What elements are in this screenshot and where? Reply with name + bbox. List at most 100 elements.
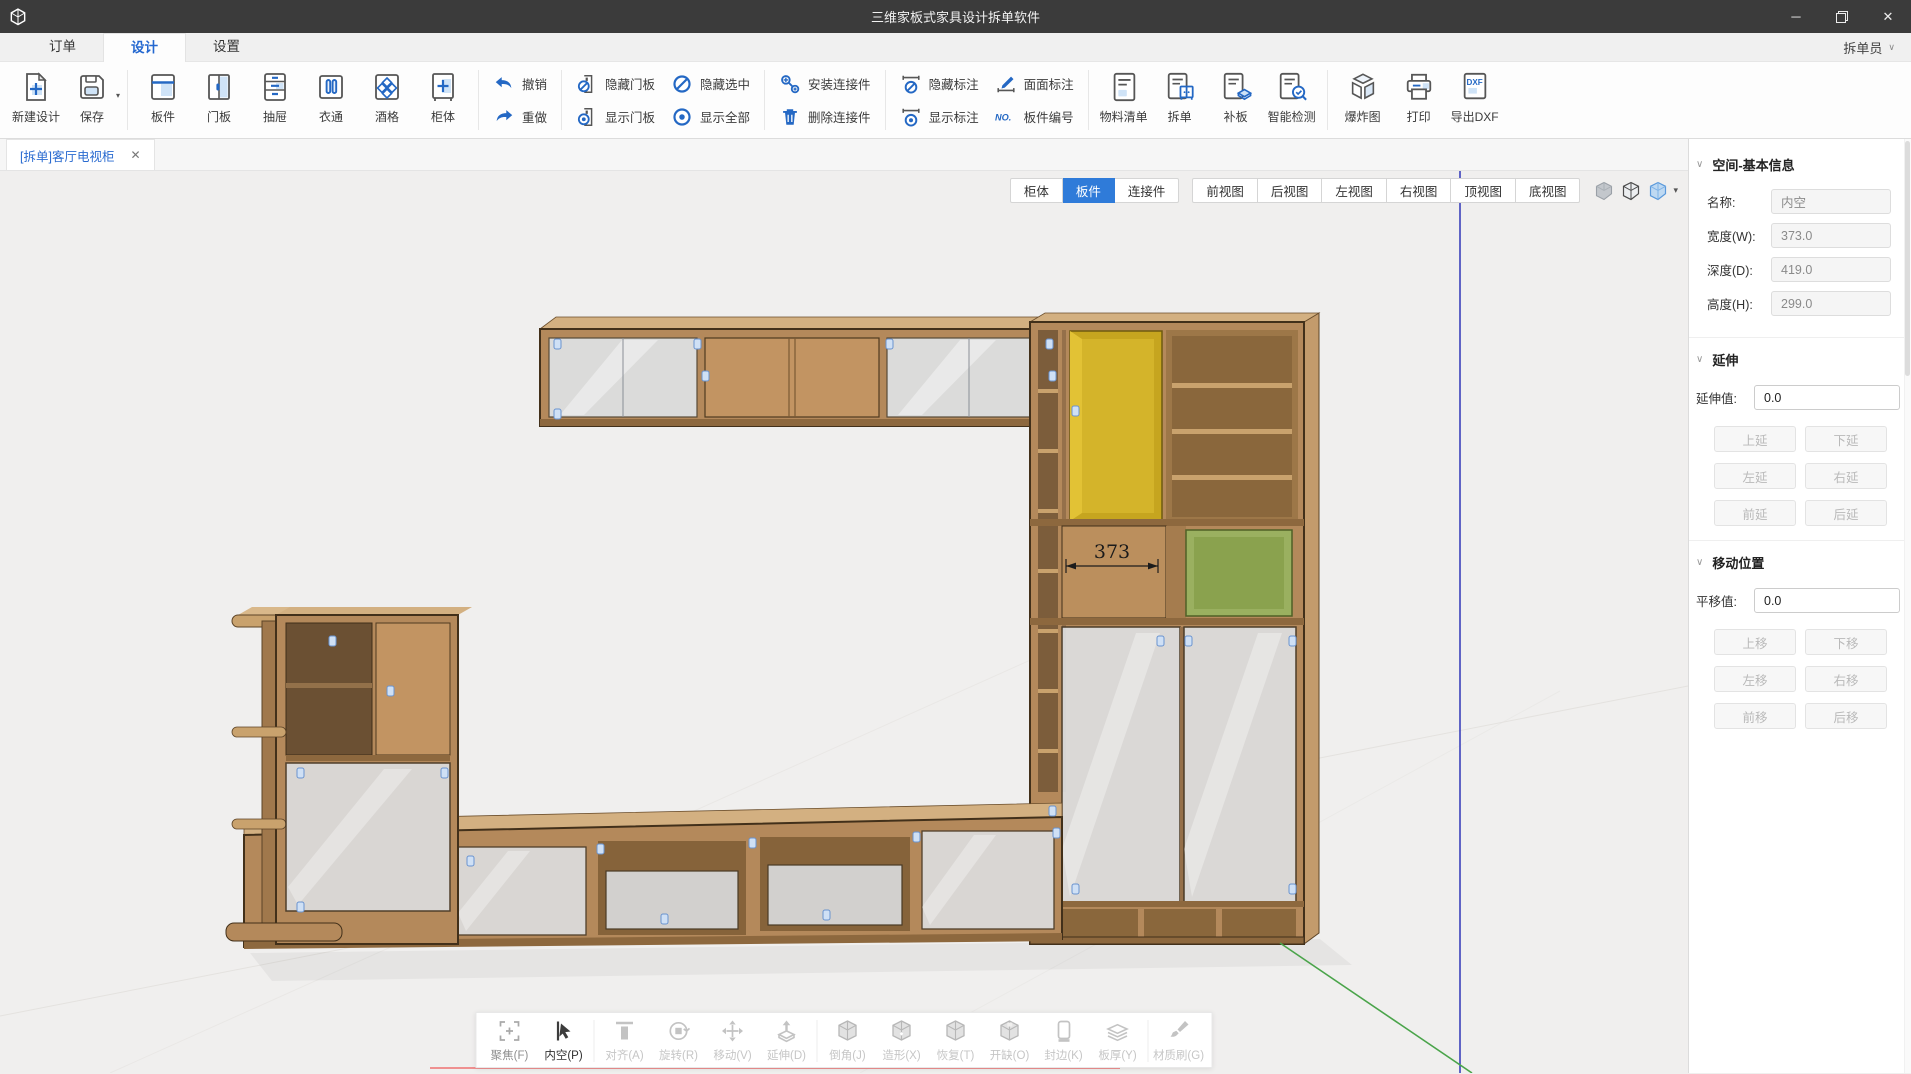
view-top-button[interactable]: 顶视图 <box>1451 178 1516 203</box>
minimize-button[interactable]: ─ <box>1773 0 1819 33</box>
connector-marker[interactable] <box>554 409 561 419</box>
selected-space-green[interactable] <box>1186 530 1292 616</box>
selected-space-yellow[interactable] <box>1070 331 1162 521</box>
top-cabinet-row[interactable] <box>540 317 1076 426</box>
show-all-button[interactable]: 显示全部 <box>664 102 757 132</box>
close-icon[interactable]: ✕ <box>130 148 140 162</box>
connector-marker[interactable] <box>1072 406 1079 416</box>
maximize-restore-button[interactable] <box>1819 0 1865 33</box>
panel-scrollbar[interactable] <box>1904 139 1911 1073</box>
connector-marker[interactable] <box>913 832 920 842</box>
extend-section-section: ∨延伸延伸值:上延下延左延右延前延后延 <box>1689 337 1911 540</box>
connector-marker[interactable] <box>694 339 701 349</box>
view-panel-button[interactable]: 板件 <box>1063 178 1115 203</box>
clothes-rail-button[interactable]: 衣通 <box>303 67 359 125</box>
view-bottom-button[interactable]: 底视图 <box>1516 178 1581 203</box>
rotate-label: 旋转(R) <box>659 1047 698 1063</box>
translate-value-input[interactable] <box>1754 588 1900 613</box>
tab-settings[interactable]: 设置 <box>186 33 267 61</box>
connector-marker[interactable] <box>297 902 304 912</box>
connector-marker[interactable] <box>329 636 336 646</box>
focus-tool[interactable]: 聚焦(F) <box>483 1018 537 1063</box>
show-doors-button[interactable]: 显示门板 <box>569 102 662 132</box>
inner-space-tool[interactable]: 内空(P) <box>537 1018 591 1063</box>
connector-marker[interactable] <box>467 856 474 866</box>
view-connector-button[interactable]: 连接件 <box>1115 178 1180 203</box>
connector-marker[interactable] <box>554 339 561 349</box>
view-cabinet-button[interactable]: 柜体 <box>1010 178 1063 203</box>
connector-marker[interactable] <box>597 844 604 854</box>
close-button[interactable]: ✕ <box>1865 0 1911 33</box>
menu-bar: 订单设计设置 拆单员 ∨ <box>0 33 1911 62</box>
chevron-down-icon[interactable]: ▾ <box>1673 185 1678 196</box>
connector-marker[interactable] <box>1049 806 1056 816</box>
restore-tool: 恢复(T) <box>929 1018 983 1063</box>
cabinet-button[interactable]: 柜体 <box>415 67 471 125</box>
extend-value-input[interactable] <box>1754 385 1900 410</box>
connector-marker[interactable] <box>702 371 709 381</box>
panel-number-button[interactable]: NO.板件编号 <box>988 102 1081 132</box>
bom-list-button[interactable]: 物料清单 <box>1096 67 1152 125</box>
connector-marker[interactable] <box>1289 636 1296 646</box>
role-selector[interactable]: 拆单员 ∨ <box>1843 38 1895 57</box>
connector-marker[interactable] <box>749 838 756 848</box>
panel-button[interactable]: 板件 <box>135 67 191 125</box>
connector-marker[interactable] <box>661 914 668 924</box>
door-button[interactable]: 门板 <box>191 67 247 125</box>
rail-icon <box>315 70 347 104</box>
extend-icon <box>774 1018 800 1044</box>
connector-marker[interactable] <box>1157 636 1164 646</box>
scrollbar-thumb[interactable] <box>1905 141 1910 376</box>
show-dimensions-button[interactable]: 显示标注 <box>893 102 986 132</box>
dropdown-caret-icon[interactable]: ▾ <box>116 91 120 100</box>
connector-marker[interactable] <box>387 686 394 696</box>
move-position-header[interactable]: ∨移动位置 <box>1689 545 1911 578</box>
save-button[interactable]: 保存▾ <box>64 67 120 125</box>
install-connector-icon <box>779 73 801 95</box>
space-basic-info-header[interactable]: ∨空间-基本信息 <box>1689 147 1911 180</box>
tab-order[interactable]: 订单 <box>22 33 103 61</box>
display-solid-button[interactable] <box>1593 180 1615 202</box>
export-dxf-button[interactable]: DXF导出DXF <box>1447 67 1503 125</box>
doc-tab-living-room-tv[interactable]: [拆单]客厅电视柜 ✕ <box>6 139 155 170</box>
extend-left-button: 左延 <box>1714 463 1796 489</box>
connector-marker[interactable] <box>886 339 893 349</box>
hide-dimensions-button[interactable]: 隐藏标注 <box>893 69 986 99</box>
display-wire-button[interactable] <box>1620 180 1642 202</box>
tab-design[interactable]: 设计 <box>103 33 186 62</box>
smart-check-button[interactable]: 智能检测 <box>1264 67 1320 125</box>
connector-marker[interactable] <box>441 768 448 778</box>
new-design-button[interactable]: 新建设计 <box>8 67 64 125</box>
drawer-button[interactable]: 抽屉 <box>247 67 303 125</box>
face-dimension-button[interactable]: 面面标注 <box>988 69 1081 99</box>
display-transparent-button[interactable] <box>1647 180 1669 202</box>
connector-marker[interactable] <box>823 910 830 920</box>
install-connectors-button[interactable]: 安装连接件 <box>772 69 878 99</box>
connector-marker[interactable] <box>297 768 304 778</box>
3d-viewport[interactable]: 373 柜体板件连接件 前视图后视图左视图右视图顶视图底视图 ▾ 聚焦(F)内空… <box>0 171 1688 1073</box>
connector-marker[interactable] <box>1185 636 1192 646</box>
undo-button[interactable]: 撤销 <box>486 69 554 99</box>
focus-label: 聚焦(F) <box>491 1047 529 1063</box>
view-back-button[interactable]: 后视图 <box>1258 178 1323 203</box>
left-tower-cabinet[interactable] <box>226 607 472 944</box>
view-right-button[interactable]: 右视图 <box>1387 178 1452 203</box>
delete-connectors-button[interactable]: 删除连接件 <box>772 102 878 132</box>
connector-marker[interactable] <box>1072 884 1079 894</box>
connector-marker[interactable] <box>1046 339 1053 349</box>
connector-marker[interactable] <box>1049 371 1056 381</box>
redo-button[interactable]: 重做 <box>486 102 554 132</box>
wine-rack-button[interactable]: 酒格 <box>359 67 415 125</box>
print-button[interactable]: 打印 <box>1391 67 1447 125</box>
view-front-button[interactable]: 前视图 <box>1192 178 1258 203</box>
split-order-button[interactable]: 拆单 <box>1152 67 1208 125</box>
hide-doors-button[interactable]: 隐藏门板 <box>569 69 662 99</box>
connector-marker[interactable] <box>1053 828 1060 838</box>
explode-view-button[interactable]: 爆炸图 <box>1335 67 1391 125</box>
extend-section-header[interactable]: ∨延伸 <box>1689 342 1911 375</box>
connector-marker[interactable] <box>1289 884 1296 894</box>
hide-selected-button[interactable]: 隐藏选中 <box>664 69 757 99</box>
patch-panel-button[interactable]: 补板 <box>1208 67 1264 125</box>
show-all-label: 显示全部 <box>700 107 750 126</box>
view-left-button[interactable]: 左视图 <box>1322 178 1387 203</box>
